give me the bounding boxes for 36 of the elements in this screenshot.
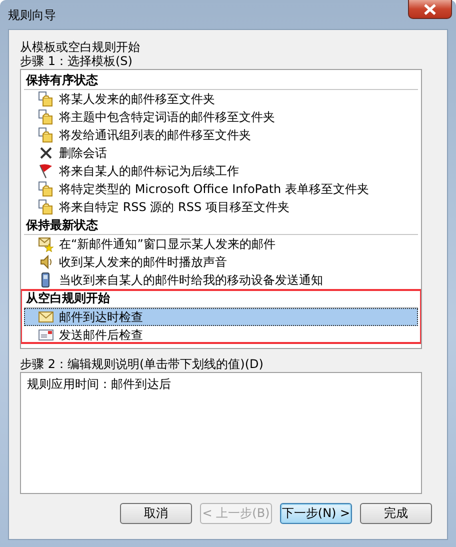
step-label: 步骤 2：编辑规则说明(单击带下划线的值)(D) bbox=[20, 357, 264, 371]
template-item[interactable]: 在“新邮件通知”窗口显示某人发来的邮件 bbox=[24, 235, 418, 253]
group-heading: 保持有序状态 bbox=[24, 71, 418, 90]
description-text: 规则应用时间：邮件到达后 bbox=[27, 377, 171, 391]
dialog-button[interactable]: 取消 bbox=[120, 503, 192, 524]
window-title: 规则向导 bbox=[8, 7, 56, 24]
folder-icon bbox=[38, 91, 54, 107]
template-item[interactable]: 将来自某人的邮件标记为后续工作 bbox=[24, 162, 418, 180]
folder-icon bbox=[38, 199, 54, 215]
mail-window-icon bbox=[38, 327, 54, 343]
close-button[interactable] bbox=[408, 0, 452, 19]
dialog-button[interactable]: 下一步(N) > bbox=[280, 503, 352, 524]
template-item[interactable]: 删除会话 bbox=[24, 144, 418, 162]
template-item[interactable]: 邮件到达时检查 bbox=[24, 308, 418, 326]
template-item[interactable]: 将发给通讯组列表的邮件移至文件夹 bbox=[24, 126, 418, 144]
template-item[interactable]: 将来自特定 RSS 源的 RSS 项目移至文件夹 bbox=[24, 198, 418, 216]
template-item[interactable]: 发送邮件后检查 bbox=[24, 326, 418, 344]
envelope-icon bbox=[38, 309, 54, 325]
folder-icon bbox=[38, 109, 54, 125]
flag-icon bbox=[38, 163, 54, 179]
template-list[interactable] bbox=[20, 69, 422, 349]
template-item[interactable]: 将主题中包含特定词语的邮件移至文件夹 bbox=[24, 108, 418, 126]
group-heading: 保持最新状态 bbox=[24, 216, 418, 235]
template-item[interactable]: 当收到来自某人的邮件时给我的移动设备发送通知 bbox=[24, 271, 418, 289]
folder-icon bbox=[38, 127, 54, 143]
close-icon bbox=[423, 4, 437, 14]
dialog-button[interactable]: 完成 bbox=[360, 503, 432, 524]
intro-text: 从模板或空白规则开始 bbox=[20, 40, 141, 54]
speaker-icon bbox=[38, 254, 54, 270]
template-item[interactable]: 将某人发来的邮件移至文件夹 bbox=[24, 90, 418, 108]
delete-icon bbox=[38, 145, 54, 161]
folder-icon bbox=[38, 181, 54, 197]
envelope-star-icon bbox=[38, 236, 54, 252]
step-label: 步骤 1：选择模板(S) bbox=[20, 54, 134, 68]
template-item[interactable]: 收到某人发来的邮件时播放声音 bbox=[24, 253, 418, 271]
template-item[interactable]: 将特定类型的 Microsoft Office InfoPath 表单移至文件夹 bbox=[24, 180, 418, 198]
